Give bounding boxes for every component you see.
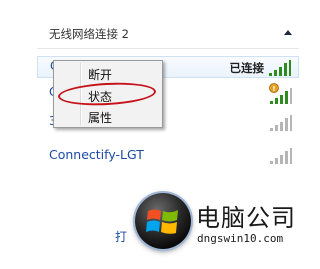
signal-strength-icon (270, 115, 292, 131)
menu-item-properties[interactable]: 属性 (88, 109, 112, 126)
divider (37, 48, 299, 49)
network-item[interactable]: Connectify-LGT (37, 145, 299, 167)
logo-title: 电脑公司 (196, 204, 296, 232)
network-name: Connectify-LGT (49, 147, 144, 162)
logo-url: dngswin10.com (197, 232, 284, 245)
windows-flag-icon (146, 209, 178, 234)
svg-text:!: ! (272, 85, 275, 93)
secured-signal-icon: ! (269, 83, 292, 104)
connection-status: 已连接 (229, 61, 265, 75)
signal-strength-icon (270, 148, 292, 164)
menu-item-disconnect[interactable]: 断开 (88, 66, 112, 83)
windows-logo (135, 193, 191, 249)
collapse-icon[interactable] (284, 30, 292, 35)
open-network-center-link[interactable]: 打 (115, 228, 127, 245)
section-title: 无线网络连接 2 (49, 27, 129, 41)
signal-strength-icon (269, 60, 291, 76)
